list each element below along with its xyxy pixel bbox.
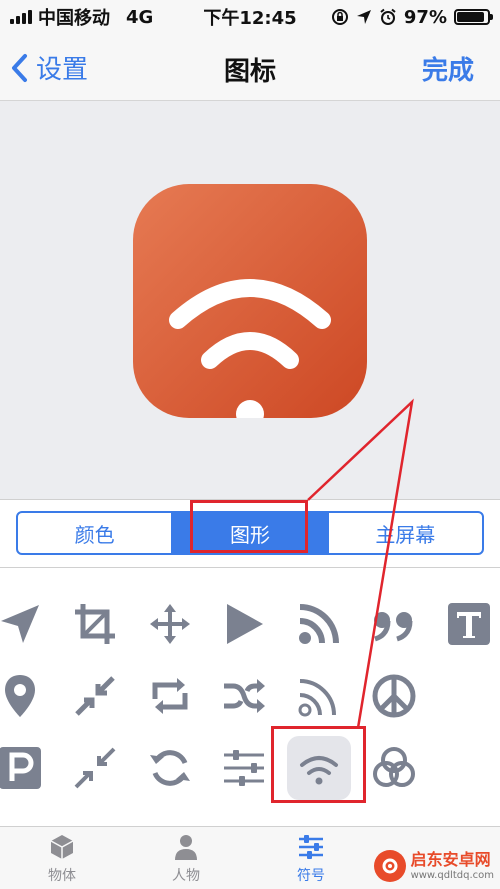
done-button[interactable]: 完成: [422, 50, 474, 87]
play-icon[interactable]: [212, 592, 276, 656]
tab-people[interactable]: 人物: [146, 833, 226, 887]
collapse-icon[interactable]: [63, 736, 127, 800]
repeat-icon[interactable]: [138, 664, 202, 728]
peace-icon[interactable]: [362, 664, 426, 728]
shuffle-icon[interactable]: [212, 664, 276, 728]
status-right: 97%: [331, 7, 500, 28]
compress-icon[interactable]: [63, 664, 127, 728]
alarm-clock-icon: [380, 8, 396, 25]
back-button[interactable]: 设置: [10, 49, 88, 86]
signal-strength-icon: [10, 10, 32, 24]
navigation-bar: 设置 图标 完成: [0, 34, 500, 101]
sliders-icon: [299, 835, 323, 859]
rss-feed-icon[interactable]: [287, 592, 351, 656]
location-arrow-icon[interactable]: [0, 592, 52, 656]
wifi-icon: [169, 279, 331, 428]
move-arrows-icon[interactable]: [138, 592, 202, 656]
map-pin-icon[interactable]: [0, 664, 52, 728]
crop-icon[interactable]: [63, 592, 127, 656]
network-type: 4G: [126, 6, 154, 28]
tab-symbols[interactable]: 符号: [271, 833, 351, 887]
rss-outline-icon[interactable]: [287, 664, 351, 728]
tab-objects-label: 物体: [48, 868, 76, 884]
carrier-name: 中国移动: [38, 8, 110, 29]
person-icon: [175, 835, 197, 860]
cube-icon: [50, 835, 74, 859]
chevron-left-icon: [12, 53, 27, 82]
icon-preview-area: [0, 101, 500, 500]
status-left: 中国移动 4G: [0, 4, 153, 30]
app-icon-preview: [133, 184, 367, 428]
quote-icon[interactable]: [362, 592, 426, 656]
segment-color[interactable]: 颜色: [18, 513, 171, 553]
symbol-grid: [0, 568, 500, 824]
tab-objects[interactable]: 物体: [22, 833, 102, 887]
refresh-icon[interactable]: [138, 736, 202, 800]
segment-shape[interactable]: 图形: [171, 513, 327, 553]
sliders-icon[interactable]: [212, 736, 276, 800]
tab-symbols-label: 符号: [297, 868, 325, 884]
battery-percent: 97%: [403, 6, 447, 28]
rotation-lock-icon: [331, 9, 348, 25]
back-button-label: 设置: [36, 55, 89, 85]
tab-bar: 物体 人物 符号: [0, 826, 500, 889]
battery-icon: [454, 9, 493, 25]
status-bar: 中国移动 4G 下午12:45 97%: [0, 0, 500, 34]
segment-home-screen[interactable]: 主屏幕: [326, 513, 482, 553]
tab-people-label: 人物: [172, 868, 200, 884]
color-circles-icon[interactable]: [362, 736, 426, 800]
segmented-control: 颜色 图形 主屏幕: [16, 511, 484, 555]
parking-icon[interactable]: [0, 736, 52, 800]
wifi-icon[interactable]: [287, 736, 351, 800]
text-t-icon[interactable]: [437, 592, 500, 656]
location-services-icon: [356, 10, 371, 24]
